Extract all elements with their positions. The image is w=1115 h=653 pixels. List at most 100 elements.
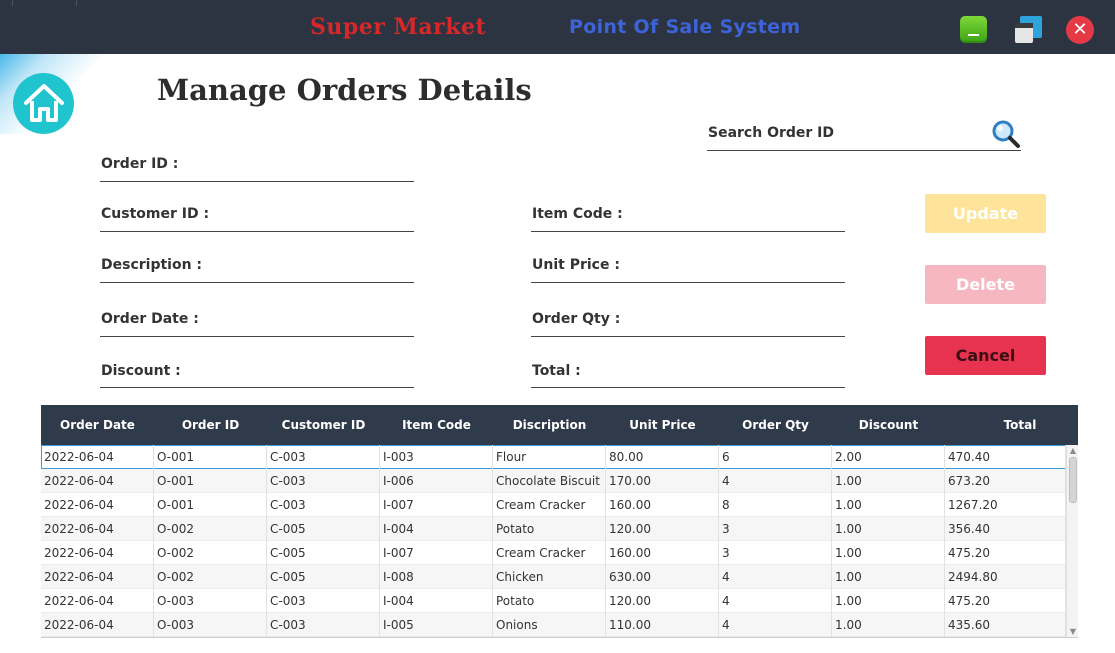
cell-order-qty: 4: [719, 589, 832, 613]
table-row[interactable]: 2022-06-04 O-003 C-003 I-004 Potato 120.00 4 1.…: [41, 589, 1066, 613]
cell-discount: 1.00: [832, 469, 945, 493]
cell-total: 470.40: [945, 445, 1066, 469]
cell-unit-price: 120.00: [606, 517, 719, 541]
cell-description: Chocolate Biscuit: [493, 469, 606, 493]
cell-description: Onions: [493, 613, 606, 637]
cell-discount: 1.00: [832, 613, 945, 637]
customer-id-field[interactable]: Customer ID :: [101, 206, 209, 222]
cell-description: Potato: [493, 517, 606, 541]
cell-unit-price: 630.00: [606, 565, 719, 589]
customer-id-underline: [100, 231, 414, 232]
cell-total: 356.40: [945, 517, 1066, 541]
cell-item-code: I-006: [380, 469, 493, 493]
order-qty-field[interactable]: Order Qty :: [532, 311, 620, 327]
column-header-total[interactable]: Total: [945, 405, 1078, 445]
minimize-button[interactable]: [960, 16, 987, 43]
cell-order-id: O-003: [154, 613, 267, 637]
column-header-discount[interactable]: Discount: [832, 405, 945, 445]
cell-item-code: I-003: [380, 445, 493, 469]
search-icon[interactable]: [990, 118, 1022, 154]
description-field[interactable]: Description :: [101, 257, 202, 273]
cell-total: 1267.20: [945, 493, 1066, 517]
order-id-field[interactable]: Order ID :: [101, 156, 178, 172]
cell-total: 475.20: [945, 589, 1066, 613]
scroll-thumb[interactable]: [1069, 457, 1077, 503]
cell-unit-price: 120.00: [606, 589, 719, 613]
column-header-description[interactable]: Discription: [493, 405, 606, 445]
cell-order-qty: 6: [719, 445, 832, 469]
cell-order-qty: 4: [719, 469, 832, 493]
cell-discount: 1.00: [832, 517, 945, 541]
table-row[interactable]: 2022-06-04 O-002 C-005 I-008 Chicken 630.00 4 1…: [41, 565, 1066, 589]
cell-order-qty: 4: [719, 565, 832, 589]
cell-unit-price: 170.00: [606, 469, 719, 493]
order-date-field[interactable]: Order Date :: [101, 311, 199, 327]
cell-discount: 2.00: [832, 445, 945, 469]
cell-customer-id: C-005: [267, 517, 380, 541]
cell-description: Flour: [493, 445, 606, 469]
table-scrollbar[interactable]: ▲ ▼: [1066, 445, 1078, 637]
cell-item-code: I-008: [380, 565, 493, 589]
order-date-underline: [100, 336, 414, 337]
cell-discount: 1.00: [832, 493, 945, 517]
cell-unit-price: 110.00: [606, 613, 719, 637]
page-title: Manage Orders Details: [157, 73, 532, 107]
close-button[interactable]: ✕: [1066, 16, 1094, 44]
delete-button[interactable]: Delete: [925, 265, 1046, 304]
cell-order-date: 2022-06-04: [41, 469, 154, 493]
cell-total: 435.60: [945, 613, 1066, 637]
cell-unit-price: 80.00: [606, 445, 719, 469]
cell-item-code: I-005: [380, 613, 493, 637]
order-id-underline: [100, 181, 414, 182]
column-header-order-qty[interactable]: Order Qty: [719, 405, 832, 445]
cell-item-code: I-004: [380, 517, 493, 541]
unit-price-field[interactable]: Unit Price :: [532, 257, 620, 273]
order-qty-underline: [531, 336, 845, 337]
discount-field[interactable]: Discount :: [101, 363, 181, 379]
cell-order-qty: 3: [719, 541, 832, 565]
cell-item-code: I-007: [380, 541, 493, 565]
cell-order-id: O-002: [154, 541, 267, 565]
cell-order-date: 2022-06-04: [41, 613, 154, 637]
table-row[interactable]: 2022-06-04 O-002 C-005 I-007 Cream Cracker 16…: [41, 541, 1066, 565]
column-header-order-date[interactable]: Order Date: [41, 405, 154, 445]
table-row[interactable]: 2022-06-04 O-003 C-003 I-005 Onions 110.00 4 1.…: [41, 613, 1066, 637]
item-code-underline: [531, 231, 845, 232]
cell-total: 475.20: [945, 541, 1066, 565]
cell-description: Chicken: [493, 565, 606, 589]
cell-order-qty: 8: [719, 493, 832, 517]
column-header-item-code[interactable]: Item Code: [380, 405, 493, 445]
cell-order-qty: 3: [719, 517, 832, 541]
cell-order-date: 2022-06-04: [41, 565, 154, 589]
table-row[interactable]: 2022-06-04 O-002 C-005 I-004 Potato 120.00 3 1.…: [41, 517, 1066, 541]
cell-order-date: 2022-06-04: [41, 589, 154, 613]
cancel-button[interactable]: Cancel: [925, 336, 1046, 375]
cell-total: 673.20: [945, 469, 1066, 493]
maximize-button[interactable]: [1015, 16, 1042, 43]
cell-order-date: 2022-06-04: [41, 517, 154, 541]
item-code-field[interactable]: Item Code :: [532, 206, 623, 222]
update-button[interactable]: Update: [925, 194, 1046, 233]
cell-unit-price: 160.00: [606, 493, 719, 517]
table-row[interactable]: 2022-06-04 O-001 C-003 I-007 Cream Cracker 16…: [41, 493, 1066, 517]
column-header-customer-id[interactable]: Customer ID: [267, 405, 380, 445]
title-bar-divider: [12, 0, 13, 6]
column-header-unit-price[interactable]: Unit Price: [606, 405, 719, 445]
table-row[interactable]: 2022-06-04 O-001 C-003 I-003 Flour 80.00 6 2.00…: [41, 445, 1066, 469]
title-bar: Super Market Point Of Sale System ✕: [0, 0, 1115, 54]
total-field[interactable]: Total :: [532, 363, 581, 379]
scroll-down-arrow-icon[interactable]: ▼: [1068, 628, 1078, 636]
table-row[interactable]: 2022-06-04 O-001 C-003 I-006 Chocolate Biscu…: [41, 469, 1066, 493]
search-underline: [707, 150, 1021, 151]
cell-customer-id: C-003: [267, 493, 380, 517]
unit-price-underline: [531, 282, 845, 283]
total-underline: [531, 387, 845, 388]
home-button[interactable]: [13, 73, 74, 134]
discount-underline: [100, 387, 414, 388]
cell-order-date: 2022-06-04: [41, 445, 154, 469]
cell-order-date: 2022-06-04: [41, 541, 154, 565]
column-header-order-id[interactable]: Order ID: [154, 405, 267, 445]
search-input[interactable]: Search Order ID: [708, 125, 834, 141]
cell-order-id: O-002: [154, 565, 267, 589]
scroll-up-arrow-icon[interactable]: ▲: [1068, 447, 1078, 455]
